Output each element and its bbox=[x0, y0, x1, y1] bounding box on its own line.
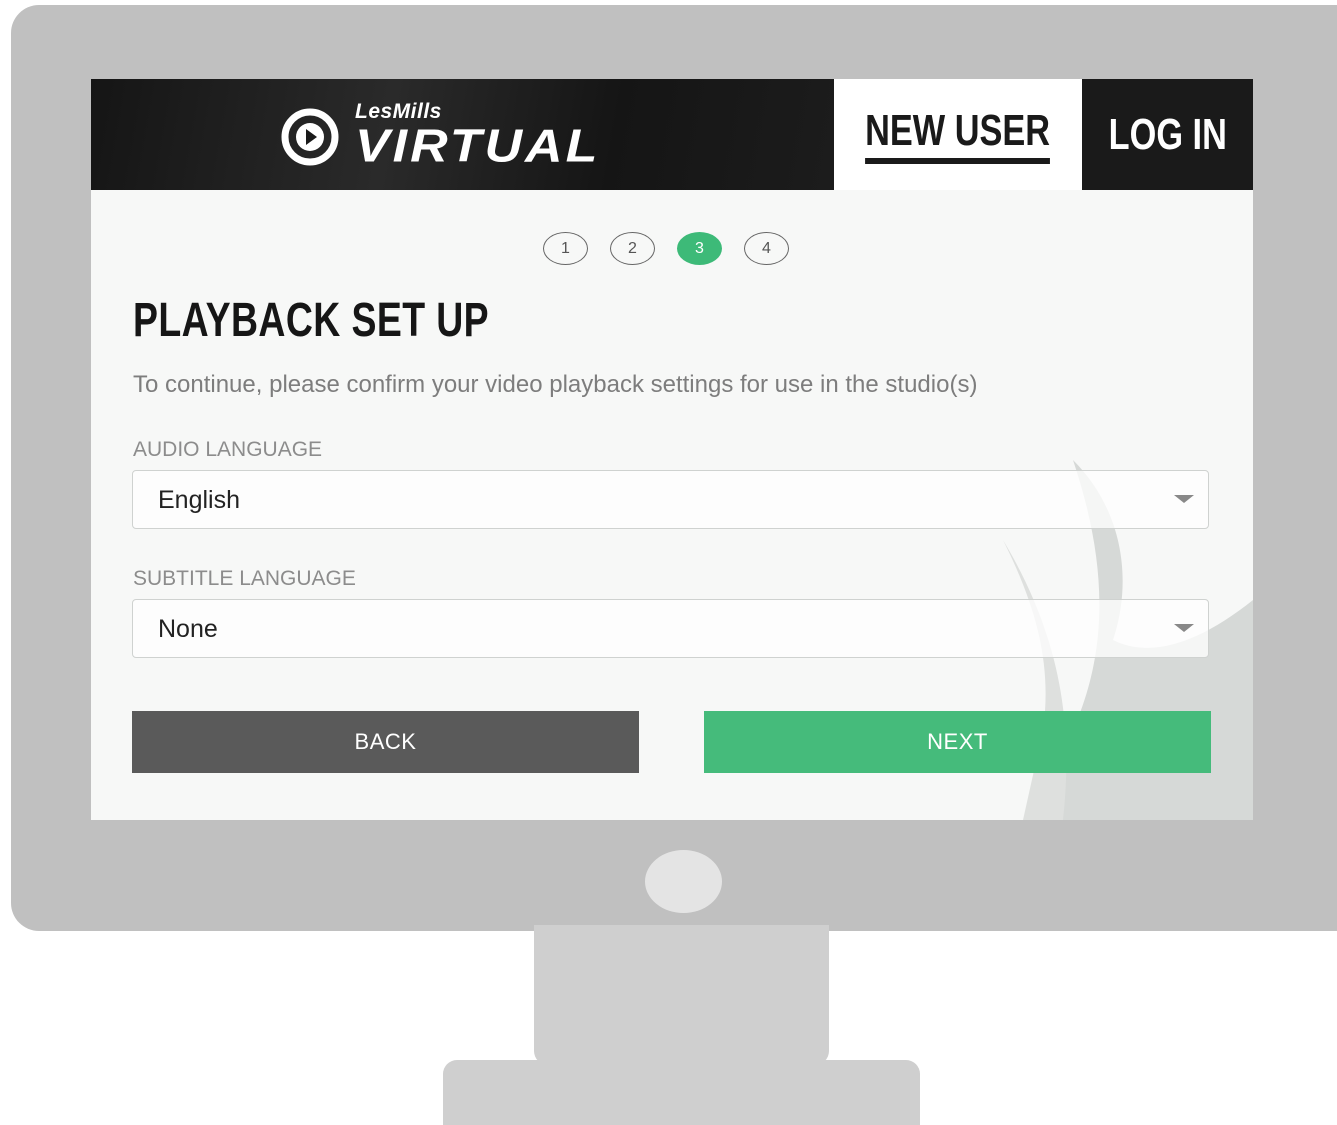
step-1: 1 bbox=[543, 232, 588, 265]
monitor-stand-neck bbox=[534, 925, 829, 1065]
tab-log-in[interactable]: LOG IN bbox=[1082, 79, 1253, 190]
tab-new-user-label: NEW USER bbox=[865, 106, 1051, 164]
back-button[interactable]: BACK bbox=[132, 711, 639, 773]
app-screen: LesMills VIRTUAL NEW USER LOG IN 1 2 3 4… bbox=[91, 79, 1253, 820]
monitor-power-button bbox=[645, 850, 722, 913]
next-button[interactable]: NEXT bbox=[704, 711, 1211, 773]
page-title: PLAYBACK SET UP bbox=[133, 294, 490, 347]
audio-language-label: AUDIO LANGUAGE bbox=[133, 438, 323, 461]
tab-log-in-label: LOG IN bbox=[1108, 109, 1227, 159]
step-indicator: 1 2 3 4 bbox=[543, 232, 789, 265]
logo-main-text: VIRTUAL bbox=[355, 119, 601, 173]
subtitle-language-label: SUBTITLE LANGUAGE bbox=[133, 567, 356, 590]
audio-language-select[interactable]: English bbox=[132, 470, 1209, 529]
tab-new-user[interactable]: NEW USER bbox=[834, 79, 1082, 190]
subtitle-language-value: None bbox=[158, 615, 218, 643]
audio-language-value: English bbox=[158, 486, 240, 514]
logo-area: LesMills VIRTUAL bbox=[91, 79, 834, 190]
play-circle-icon bbox=[281, 108, 339, 165]
header: LesMills VIRTUAL NEW USER LOG IN bbox=[91, 79, 1253, 190]
step-4: 4 bbox=[744, 232, 789, 265]
step-2: 2 bbox=[610, 232, 655, 265]
chevron-down-icon bbox=[1174, 624, 1194, 632]
monitor-stand-base bbox=[443, 1060, 920, 1125]
chevron-down-icon bbox=[1174, 495, 1194, 503]
step-3-active: 3 bbox=[677, 232, 722, 265]
monitor-illustration: LesMills VIRTUAL NEW USER LOG IN 1 2 3 4… bbox=[0, 0, 1337, 1125]
page-description: To continue, please confirm your video p… bbox=[133, 371, 978, 398]
subtitle-language-select[interactable]: None bbox=[132, 599, 1209, 658]
lesmills-virtual-logo[interactable]: LesMills VIRTUAL bbox=[279, 101, 600, 172]
logo-top-text: LesMills bbox=[355, 100, 442, 123]
